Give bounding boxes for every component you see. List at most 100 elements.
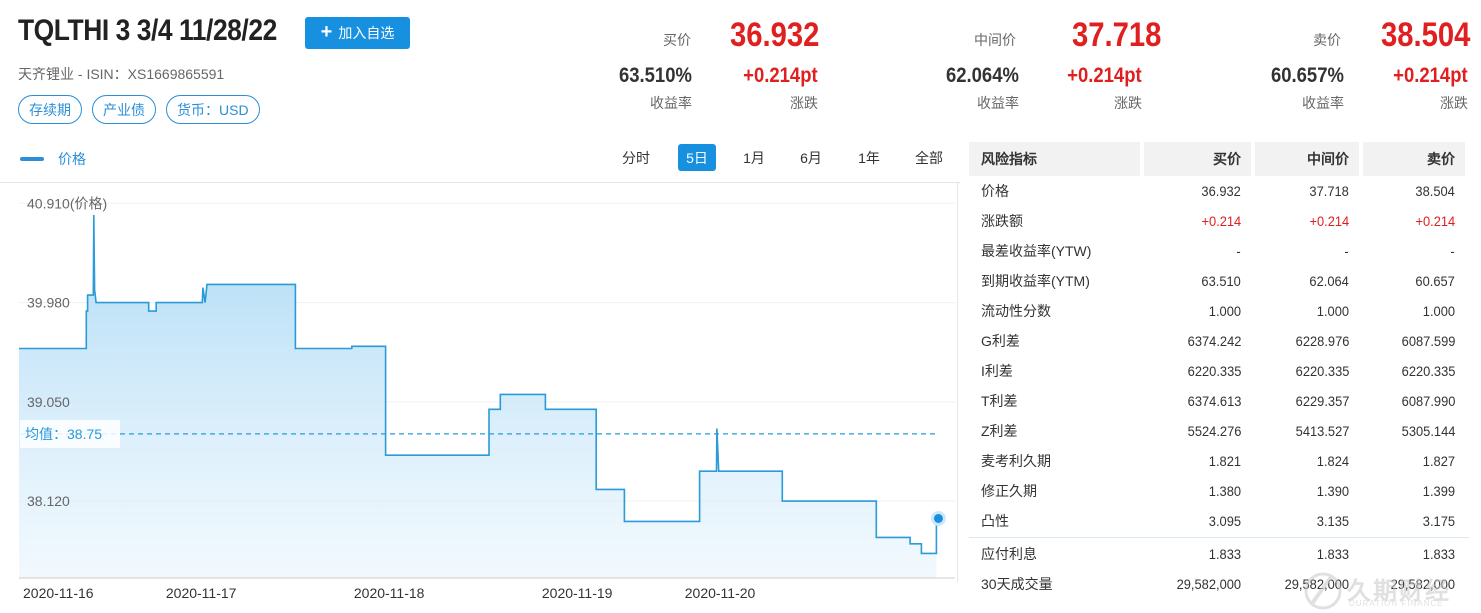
bid-value: 1.821 [1144,453,1251,469]
metric-name: 流动性分数 [969,301,1140,321]
last-price-marker[interactable] [930,510,946,526]
y-tick-label: 40.910(价格) [27,195,107,211]
tag-status[interactable]: 存续期 [18,95,82,124]
price-chart[interactable]: 均值：38.75 40.910(价格) 39.980 39.050 38.120 20… [0,183,957,608]
bid-value-text: - [1236,243,1241,259]
metric-name-text: 到期收益率(YTM) [981,273,1090,289]
table-row: 价格 36.932 37.718 38.504 [969,176,1469,206]
bid-value-text: +0.214 [1201,213,1241,229]
table-row: 流动性分数 1.000 1.000 1.000 [969,296,1469,326]
metric-name-text: G利差 [981,333,1020,349]
header-mid: 中间价 [1255,142,1359,176]
ask-value: 38.504 [1363,183,1465,199]
tag-category[interactable]: 产业债 [92,95,156,124]
quote-mid-yield: 62.064% [946,64,1019,87]
ask-value-text: 60.657 [1415,273,1455,289]
period-6m[interactable]: 6月 [791,144,831,171]
chart-legend[interactable]: 价格 [20,149,86,169]
bid-value: 3.095 [1144,513,1251,529]
panel-divider [957,182,958,582]
bid-value: 6220.335 [1144,363,1251,379]
quote-mid-change: +0.214pt [1067,64,1142,87]
ask-value: 60.657 [1363,273,1465,289]
bid-value: 29,582,000 [1144,576,1251,592]
bid-value-text: 6374.242 [1187,333,1241,349]
ask-value: - [1363,243,1465,259]
metric-name-text: T利差 [981,393,1018,409]
quote-bid-price: 36.932 [730,16,820,54]
metric-name-text: 价格 [981,183,1009,199]
ask-value: 1.827 [1363,453,1465,469]
metric-name: T利差 [969,391,1140,411]
period-1m[interactable]: 1月 [734,144,774,171]
ask-value: 6220.335 [1363,363,1465,379]
mid-value-text: +0.214 [1309,213,1349,229]
price-area [19,215,937,578]
metric-name-text: I利差 [981,363,1013,379]
ask-value: 5305.144 [1363,423,1465,439]
ask-value: 1.000 [1363,303,1465,319]
quote-bid-yield-label: 收益率 [650,95,692,111]
ask-value-text: +0.214 [1415,213,1455,229]
risk-table-header: 风险指标 买价 中间价 卖价 [969,142,1469,176]
x-tick-label: 2020-11-18 [354,585,425,601]
ask-value-text: 1.833 [1422,546,1455,562]
add-to-watchlist-button[interactable]: + 加入自选 [305,17,410,49]
quote-ask-price: 38.504 [1381,16,1471,54]
metric-name: 到期收益率(YTM) [969,271,1140,291]
quote-mid-price: 37.718 [1072,16,1162,54]
quote-ask-change: +0.214pt [1393,64,1468,87]
mid-value: 1.824 [1255,453,1359,469]
ask-value-text: 1.000 [1422,303,1455,319]
bid-value: +0.214 [1144,213,1251,229]
metric-name-text: 应付利息 [981,546,1037,562]
watermark-icon [1304,572,1342,610]
metric-name-text: 凸性 [981,513,1009,529]
bid-value: 6374.242 [1144,333,1251,349]
mid-value: 1.390 [1255,483,1359,499]
bid-value-text: 1.000 [1208,303,1241,319]
ask-value: 1.399 [1363,483,1465,499]
table-row: 最差收益率(YTW) - - - [969,236,1469,266]
metric-name: 修正久期 [969,481,1140,501]
period-selector: 分时 5日 1月 6月 1年 全部 [610,144,951,171]
header-ask: 卖价 [1363,142,1465,176]
mid-value: 6229.357 [1255,393,1359,409]
bond-title: TQLTHI 3 3/4 11/28/22 [18,14,277,47]
quote-mid-yield-label: 收益率 [977,95,1019,111]
bid-value-text: 36.932 [1201,183,1241,199]
y-tick-label: 39.050 [27,394,70,410]
ask-value-text: 5305.144 [1401,423,1455,439]
table-row: 麦考利久期 1.821 1.824 1.827 [969,446,1469,476]
period-1y[interactable]: 1年 [849,144,889,171]
bid-value-text: 29,582,000 [1176,576,1241,592]
y-tick-label: 39.980 [27,295,70,311]
metric-name: 凸性 [969,511,1140,531]
bid-value: 1.833 [1144,546,1251,562]
table-row: 应付利息 1.833 1.833 1.833 [969,539,1469,569]
quote-bid-change: +0.214pt [743,64,818,87]
metric-name-text: 最差收益率(YTW) [981,243,1092,259]
ask-value-text: 3.175 [1422,513,1455,529]
tag-currency[interactable]: 货币：USD [166,95,260,124]
table-row: G利差 6374.242 6228.976 6087.599 [969,326,1469,356]
period-all[interactable]: 全部 [907,144,951,171]
metric-name: 最差收益率(YTW) [969,241,1140,261]
x-tick-label: 2020-11-20 [685,585,756,601]
mid-value-text: 1.833 [1316,546,1349,562]
metric-name: 应付利息 [969,544,1140,564]
metric-name-text: 麦考利久期 [981,453,1051,469]
table-row: 凸性 3.095 3.135 3.175 [969,506,1469,536]
watermark-logo: 久期财经 DURATION FINANCE [1301,571,1473,611]
ask-value-text: - [1450,243,1455,259]
mid-value-text: 1.390 [1316,483,1349,499]
quote-ask-yield-label: 收益率 [1302,95,1344,111]
mid-value: - [1255,243,1359,259]
quote-ask-label: 卖价 [1313,32,1341,48]
quote-ask-yield: 60.657% [1271,64,1344,87]
plus-icon: + [320,21,333,43]
risk-table: 风险指标 买价 中间价 卖价 价格 36.932 37.718 38.504 涨跌额 +0… [969,142,1469,599]
period-5d[interactable]: 5日 [678,144,716,171]
bond-tags: 存续期 产业债 货币：USD [18,95,260,124]
period-intraday[interactable]: 分时 [610,144,662,171]
